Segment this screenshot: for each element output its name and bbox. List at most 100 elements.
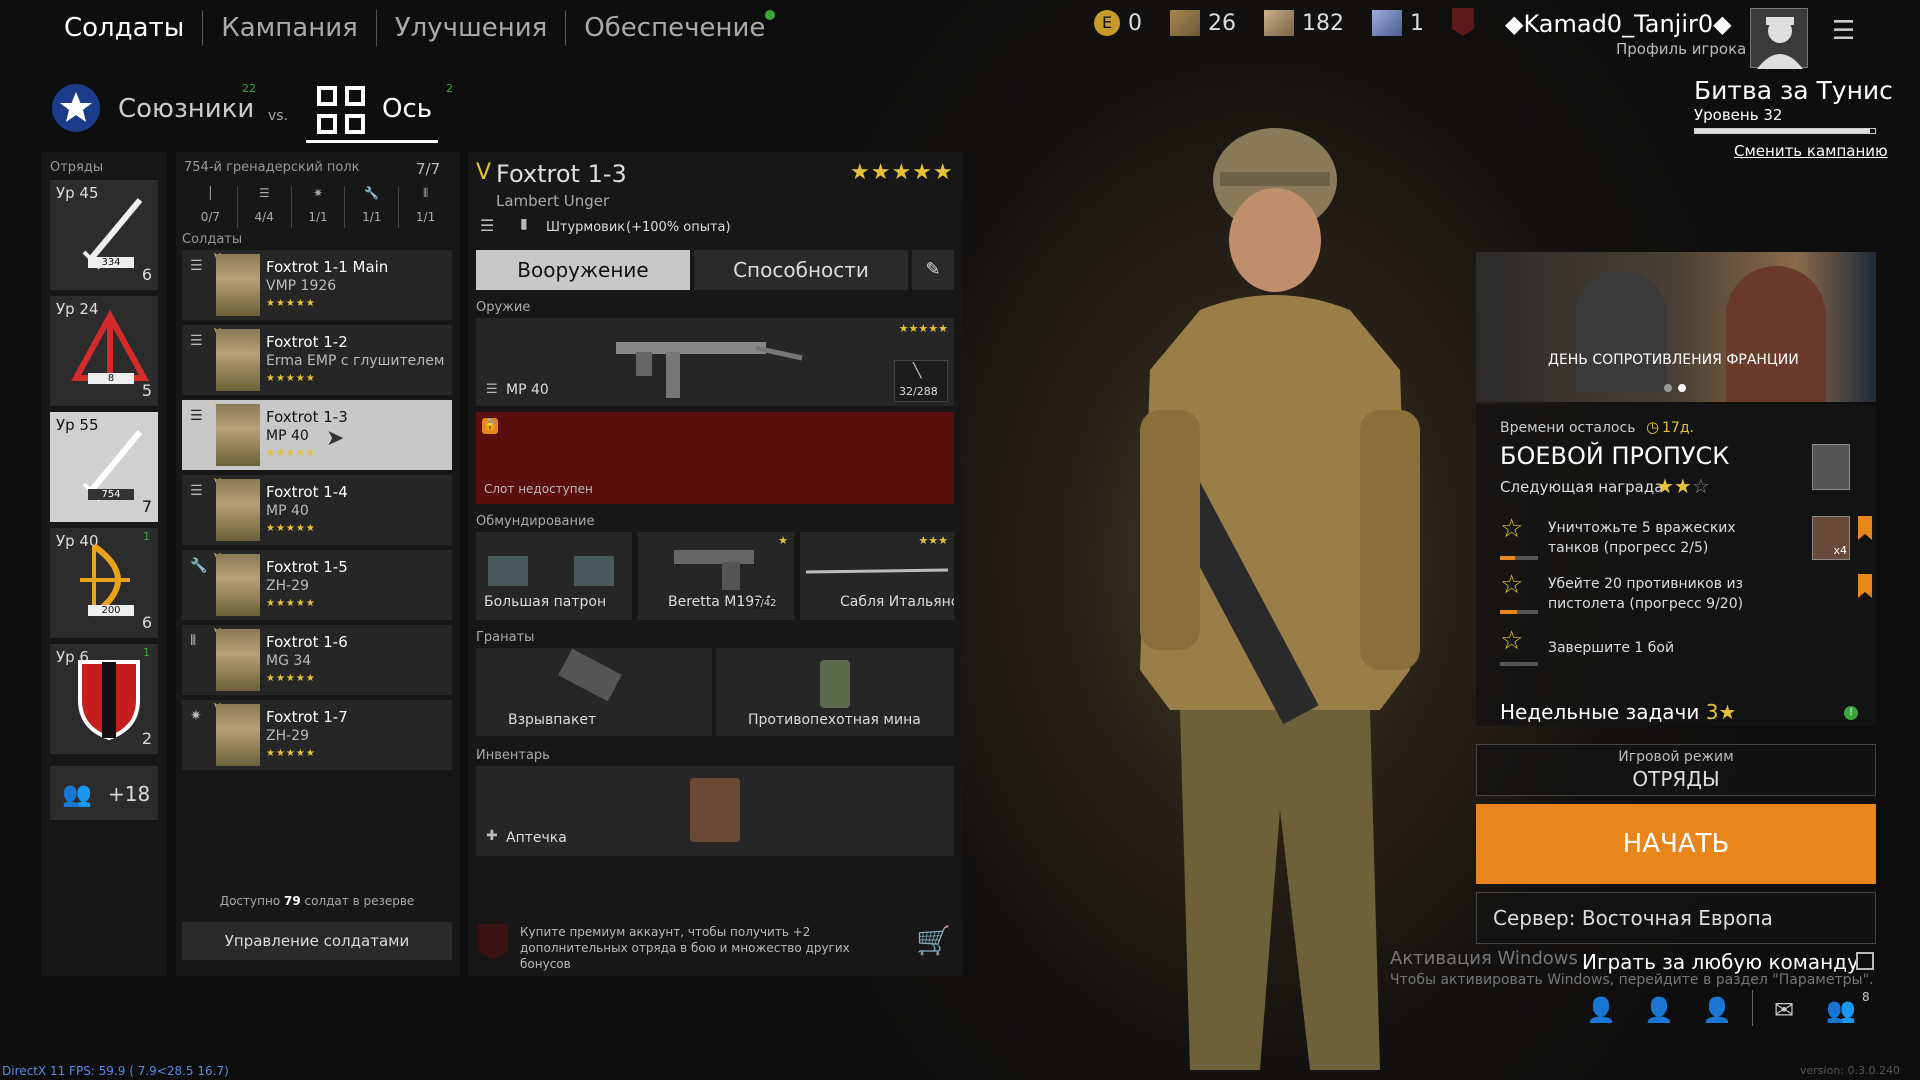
tab-abilities[interactable]: Способности xyxy=(694,250,908,290)
player-name[interactable]: ◆Kamad0_Tanjir0◆ xyxy=(1505,10,1732,38)
more-squads-count: +18 xyxy=(108,782,151,806)
squad-count: 2 xyxy=(141,729,152,748)
event-banner[interactable]: ДЕНЬ СОПРОТИВЛЕНИЯ ФРАНЦИИ xyxy=(1476,252,1876,402)
task-star-icon: ☆ xyxy=(1500,514,1524,544)
carousel-dot[interactable] xyxy=(1664,384,1672,392)
e-coin-icon: E xyxy=(1094,10,1120,36)
currency-tickets[interactable]: 26 xyxy=(1170,10,1236,36)
weekly-label[interactable]: Недельные задачи 3★ xyxy=(1500,700,1736,724)
divider xyxy=(1752,990,1753,1026)
soldier-stars: ★★★★★ xyxy=(266,448,316,459)
tab-soldiers[interactable]: Солдаты xyxy=(52,10,204,46)
soldier-row-selected[interactable]: ☰VFoxtrot 1-3MP 40★★★★★➤ xyxy=(182,400,452,470)
axis-cross-icon[interactable] xyxy=(315,84,367,136)
start-button[interactable]: НАЧАТЬ xyxy=(1476,804,1876,884)
soldier-weapon: VMP 1926 xyxy=(266,278,337,294)
squad-card[interactable]: Ур 24 8 5 xyxy=(50,296,158,406)
time-left-value: 17д. xyxy=(1662,420,1694,436)
inventory-slot[interactable]: ✚ Аптечка xyxy=(476,766,954,856)
tab-upgrades[interactable]: Улучшения xyxy=(377,10,567,46)
any-team-checkbox[interactable] xyxy=(1856,952,1874,970)
change-campaign-link[interactable]: Сменить кампанию xyxy=(1734,142,1888,160)
currency-e[interactable]: E0 xyxy=(1094,10,1142,36)
axis-label[interactable]: Ось xyxy=(382,94,432,124)
ammo-box: 32/288 ╲ xyxy=(894,360,948,402)
edit-icon[interactable]: ✎ xyxy=(912,250,954,290)
stat-cell: 🔧 1/1 xyxy=(345,186,400,228)
server-selector[interactable]: Сервер: Восточная Европа xyxy=(1476,892,1876,944)
soldier-row[interactable]: ⦀VFoxtrot 1-6MG 34★★★★★ xyxy=(182,625,452,695)
task-text: Завершите 1 бой xyxy=(1548,640,1675,656)
soldier-stars: ★★★★★ xyxy=(266,523,316,534)
weapon-stars: ★★★★★ xyxy=(898,322,948,335)
manage-soldiers-button[interactable]: Управление солдатами xyxy=(182,922,452,960)
campaign-title: Битва за Тунис xyxy=(1694,76,1893,105)
soldier-stars: ★★★★★ xyxy=(266,673,316,684)
task-progress-fill xyxy=(1500,556,1516,560)
menu-icon[interactable]: ☰ xyxy=(1832,16,1855,46)
equip-slot[interactable]: ★ Beretta M1934 7/42 xyxy=(638,532,794,620)
currency-e-value: 0 xyxy=(1128,10,1142,36)
game-mode-selector[interactable]: Игровой режим ОТРЯДЫ xyxy=(1476,744,1876,796)
squad-card[interactable]: Ур 45 334 6 xyxy=(50,180,158,290)
currency-gold[interactable]: 182 xyxy=(1264,10,1344,36)
add-friend-icon[interactable]: 👤 xyxy=(1586,996,1616,1024)
soldier-class-icon: ▮ xyxy=(520,216,528,232)
mail-icon[interactable]: ✉ xyxy=(1774,996,1794,1024)
allies-label[interactable]: Союзники xyxy=(118,94,254,124)
carousel-dot-active[interactable] xyxy=(1678,384,1686,392)
soldier-row[interactable]: ✷VFoxtrot 1-7ZH-29★★★★★ xyxy=(182,700,452,770)
friends-icon[interactable]: 👥 xyxy=(1826,996,1856,1024)
equip-stars: ★ xyxy=(778,534,788,547)
reserve-pre: Доступно xyxy=(219,894,281,908)
battlepass-title[interactable]: БОЕВОЙ ПРОПУСК xyxy=(1500,442,1729,470)
list-icon[interactable]: ☰ xyxy=(480,216,494,235)
equip-slot[interactable]: Большая патрон xyxy=(476,532,632,620)
player-profile-label[interactable]: Профиль игрока xyxy=(1616,40,1746,58)
stat-value: 0/7 xyxy=(200,210,221,224)
tickets-icon xyxy=(1170,10,1200,36)
event-figure-right xyxy=(1726,266,1826,402)
currency-tickets-value: 26 xyxy=(1208,10,1236,36)
reward-icon[interactable] xyxy=(1812,444,1850,490)
squad-card[interactable]: Ур 6 1 2 xyxy=(50,644,158,754)
avatar[interactable] xyxy=(1750,8,1808,69)
soldier-row[interactable]: ☰VFoxtrot 1-1 MainVMP 1926★★★★★ xyxy=(182,250,452,320)
notification-dot xyxy=(765,10,776,20)
grenade-slot[interactable]: Противопехотная мина xyxy=(716,648,954,736)
grenade-slot[interactable]: Взрывпакет xyxy=(476,648,712,736)
squad-badge: 1 xyxy=(143,646,150,659)
task-progress xyxy=(1500,556,1538,560)
equip-slot[interactable]: ★★★ Сабля Итальянская xyxy=(800,532,954,620)
tab-campaign[interactable]: Кампания xyxy=(203,10,377,46)
reward-icon[interactable]: x4 xyxy=(1812,516,1850,560)
squad-card-selected[interactable]: Ур 55 754 7 xyxy=(50,412,158,522)
pouch-icon xyxy=(574,556,614,586)
main-nav: Солдаты Кампания Улучшения Обеспечение xyxy=(52,8,783,48)
soldier-stars: ★★★★★ xyxy=(266,598,316,609)
soldier-row[interactable]: ☰VFoxtrot 1-4MP 40★★★★★ xyxy=(182,475,452,545)
next-reward-stars: ★★☆ xyxy=(1656,474,1710,498)
add-friend-icon[interactable]: 👤 xyxy=(1644,996,1674,1024)
stat-value: 1/1 xyxy=(308,210,328,224)
add-friend-icon[interactable]: 👤 xyxy=(1702,996,1732,1024)
tab-weapons[interactable]: Вооружение xyxy=(476,250,690,290)
soldier-stars: ★★★★★ xyxy=(266,748,316,759)
currency-orders[interactable]: 1 xyxy=(1372,10,1424,36)
medkit-cross-icon: ✚ xyxy=(486,828,498,844)
tab-supply[interactable]: Обеспечение xyxy=(566,10,783,46)
more-squads-button[interactable]: 👥 +18 xyxy=(50,766,158,820)
cart-icon[interactable]: 🛒 xyxy=(916,924,951,957)
allies-emblem-icon[interactable] xyxy=(52,84,100,132)
squad-card[interactable]: Ур 40 1 200 6 xyxy=(50,528,158,638)
campaign-progress xyxy=(1694,128,1876,134)
locked-slot: 🔒 Слот недоступен xyxy=(476,412,954,504)
soldier-row[interactable]: 🔧VFoxtrot 1-5ZH-29★★★★★ xyxy=(182,550,452,620)
task-progress xyxy=(1500,610,1538,614)
primary-weapon-slot[interactable]: ☰ MP 40 ★★★★★ 32/288 ╲ xyxy=(476,318,954,406)
vs-label: vs. xyxy=(268,108,289,124)
soldier-exp-bonus: (+100% опыта) xyxy=(626,220,731,235)
soldier-row[interactable]: ☰VFoxtrot 1-2Erma EMP с глушителем★★★★★ xyxy=(182,325,452,395)
medkit-bag-icon xyxy=(690,778,740,842)
wrench-icon: 🔧 xyxy=(364,186,380,200)
